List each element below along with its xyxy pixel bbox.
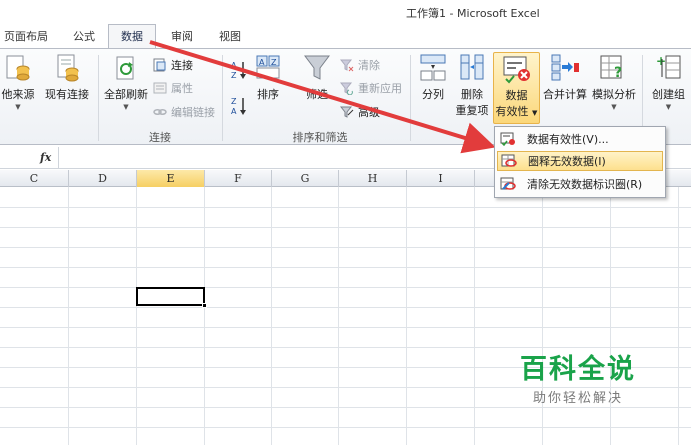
menu-item-clear-circles[interactable]: 清除无效数据标识圈(R) [497, 174, 663, 194]
data-validation-menu: 数据有效性(V)... 圈释无效数据(I) 清除无效数据标识圈(R) [494, 126, 666, 198]
menu-item-data-validation[interactable]: 数据有效性(V)... [497, 129, 663, 149]
menu-item-label: 圈释无效数据(I) [528, 155, 606, 168]
menu-item-circle-invalid[interactable]: 圈释无效数据(I) [497, 151, 663, 171]
watermark: 百科全说 助你轻松解决 [498, 353, 658, 417]
circle-invalid-icon [498, 154, 520, 168]
clear-circles-icon [497, 177, 519, 191]
menu-item-label: 清除无效数据标识圈(R) [527, 178, 643, 191]
watermark-title: 百科全说 [520, 354, 636, 385]
menu-item-label: 数据有效性(V)... [527, 133, 609, 146]
watermark-subtitle: 助你轻松解决 [532, 391, 623, 406]
arrow-line [149, 40, 496, 154]
data-validation-small-icon [497, 132, 519, 146]
